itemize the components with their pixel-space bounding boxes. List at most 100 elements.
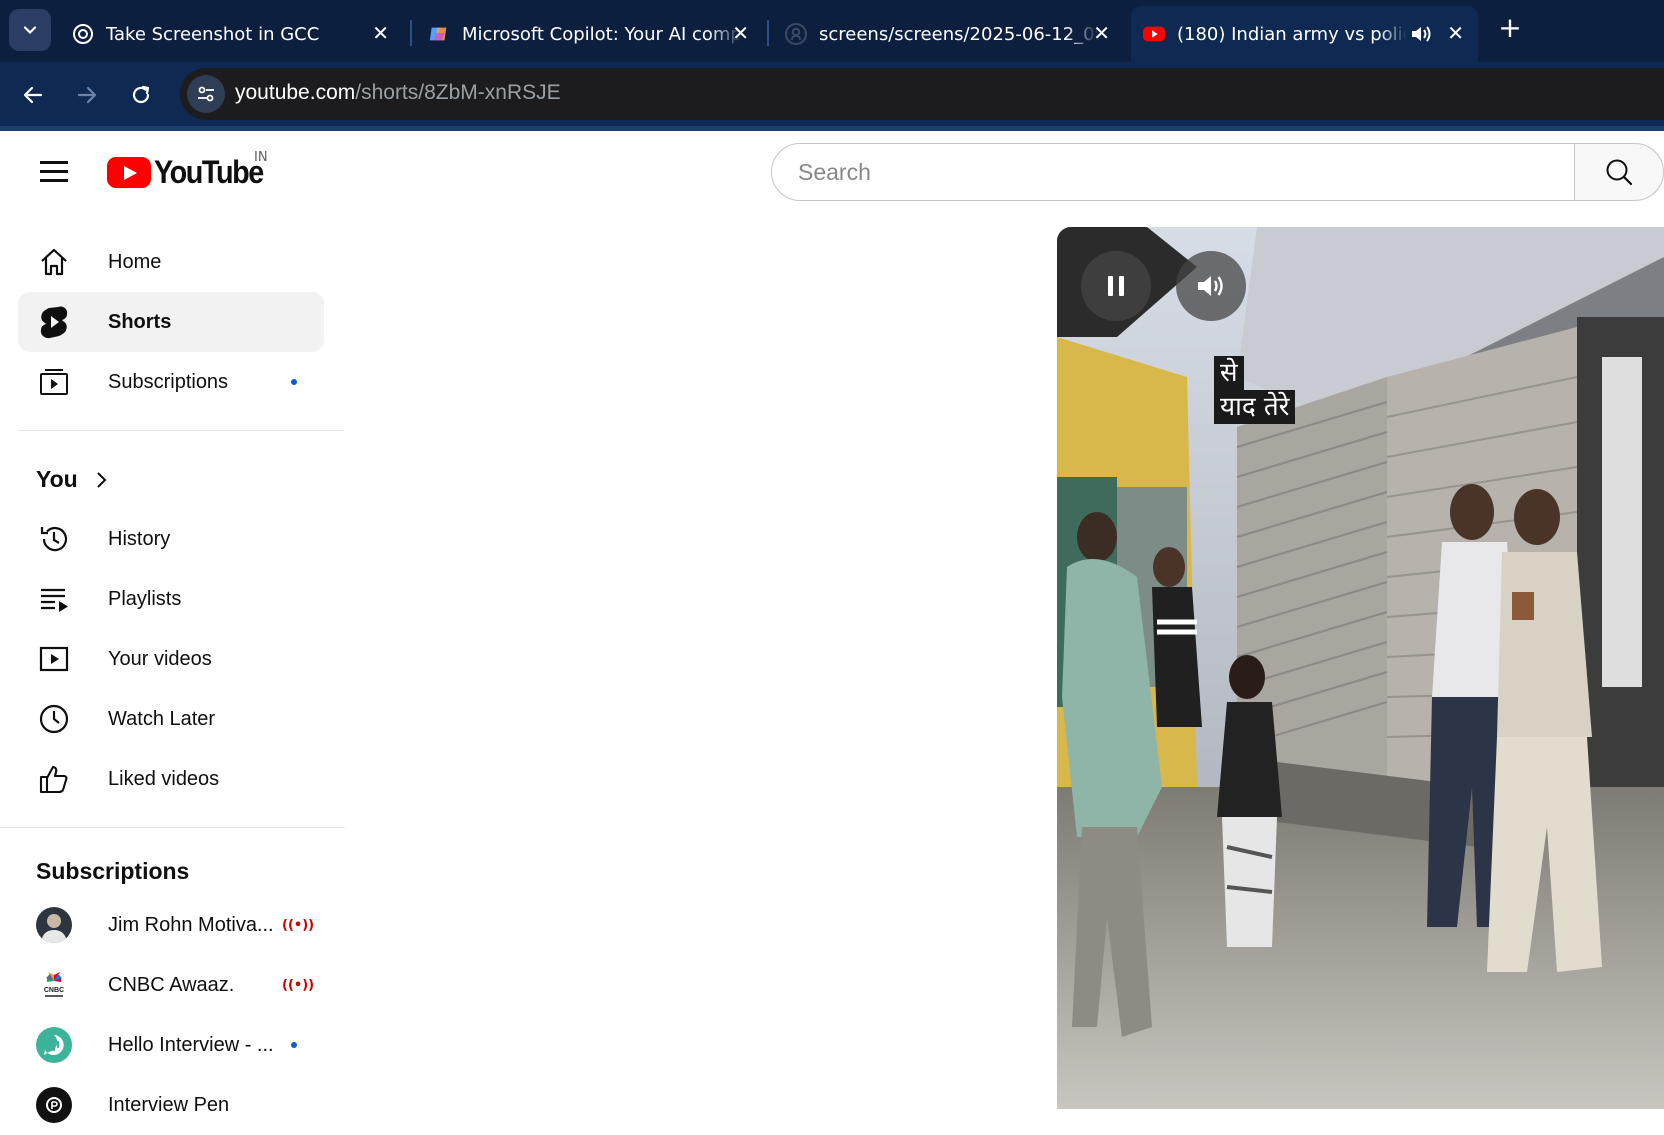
youtube-play-icon	[107, 156, 151, 188]
subscriptions-title: Subscriptions	[36, 858, 190, 884]
sidebar-item-label: Watch Later	[108, 707, 216, 730]
sidebar-item-playlists[interactable]: Playlists	[18, 569, 324, 629]
tab-separator	[410, 20, 412, 46]
avatar	[36, 1027, 72, 1063]
address-bar[interactable]: youtube.com/shorts/8ZbM-xnRSJE	[180, 68, 1664, 120]
close-icon[interactable]: ✕	[1447, 22, 1464, 44]
url-path: /shorts/8ZbM-xnRSJE	[355, 81, 561, 104]
sidebar-item-liked-videos[interactable]: Liked videos	[18, 749, 324, 809]
copilot-icon	[428, 23, 450, 45]
url-text: youtube.com/shorts/8ZbM-xnRSJE	[235, 81, 561, 105]
sidebar-item-watch-later[interactable]: Watch Later	[18, 689, 324, 749]
tab-copilot[interactable]: Microsoft Copilot: Your AI companion ✕	[414, 6, 763, 62]
subscription-item-cnbc-awaaz[interactable]: CNBC CNBC Awaaz. ((•))	[18, 955, 324, 1015]
back-button[interactable]	[16, 78, 50, 112]
caption-line-2: याद तेरे	[1214, 390, 1296, 424]
openai-icon	[72, 23, 94, 45]
pause-button[interactable]	[1081, 251, 1151, 321]
reload-button[interactable]	[124, 78, 158, 112]
subscription-item-hello-interview[interactable]: Hello Interview - ...	[18, 1015, 324, 1075]
forward-arrow-icon	[77, 86, 97, 104]
close-icon[interactable]: ✕	[1093, 22, 1110, 44]
sidebar-item-label: History	[108, 527, 171, 550]
tab-separator	[767, 20, 769, 46]
tab-title: Microsoft Copilot: Your AI companion	[462, 23, 742, 45]
sidebar-item-label: Subscriptions	[108, 370, 229, 393]
site-info-button[interactable]	[187, 75, 225, 113]
new-tab-button[interactable]: +	[1496, 14, 1524, 42]
avatar: CNBC	[36, 967, 72, 1003]
sidebar-item-label: Jim Rohn Motiva...	[108, 913, 274, 936]
new-content-dot	[291, 379, 297, 385]
history-icon	[36, 521, 72, 557]
tab-youtube-active[interactable]: (180) Indian army vs police ✕	[1131, 6, 1478, 62]
search-box	[771, 143, 1575, 201]
sidebar-divider	[0, 827, 345, 828]
close-icon[interactable]: ✕	[372, 22, 389, 44]
forward-button[interactable]	[70, 78, 104, 112]
youtube-icon	[1143, 23, 1165, 45]
playlists-icon	[36, 581, 72, 617]
reload-icon	[132, 85, 150, 104]
sidebar-item-label: Playlists	[108, 587, 182, 610]
sidebar-item-label: CNBC Awaaz.	[108, 973, 235, 996]
sidebar-item-your-videos[interactable]: Your videos	[18, 629, 324, 689]
live-icon: ((•))	[282, 977, 315, 993]
chevron-down-icon	[23, 26, 37, 35]
your-videos-icon	[36, 641, 72, 677]
browser-toolbar: youtube.com/shorts/8ZbM-xnRSJE	[0, 62, 1664, 126]
sidebar-item-subscriptions[interactable]: Subscriptions	[18, 352, 324, 412]
sidebar-item-label: Interview Pen	[108, 1093, 230, 1116]
clock-icon	[36, 701, 72, 737]
tab-title: screens/screens/2025-06-12_09	[819, 23, 1099, 45]
volume-icon	[1198, 276, 1223, 296]
tab-search-button[interactable]	[9, 9, 51, 51]
new-content-dot	[291, 1042, 297, 1048]
logo-text: YouTube	[154, 153, 264, 190]
tab-title: Take Screenshot in GCC	[106, 23, 320, 45]
sidebar-item-label: Shorts	[108, 310, 172, 333]
tune-icon	[198, 86, 214, 102]
volume-button[interactable]	[1176, 251, 1246, 321]
home-icon	[36, 244, 72, 280]
youtube-logo[interactable]: YouTube	[107, 154, 275, 190]
sidebar-item-label: Hello Interview - ...	[108, 1033, 274, 1056]
search-input[interactable]	[796, 158, 1560, 187]
url-host: youtube.com	[235, 81, 356, 104]
tab-title: (180) Indian army vs police	[1177, 23, 1407, 45]
close-icon[interactable]: ✕	[732, 22, 749, 44]
shorts-icon	[36, 304, 72, 340]
guide-menu-button[interactable]	[36, 153, 72, 189]
avatar	[36, 907, 72, 943]
speaker-icon[interactable]	[1410, 24, 1432, 49]
you-title: You	[36, 466, 78, 492]
shorts-video-player[interactable]: से याद तेरे	[1057, 227, 1664, 1109]
sidebar-item-label: Your videos	[108, 647, 212, 670]
github-icon	[785, 23, 807, 45]
sidebar-item-history[interactable]: History	[18, 509, 324, 569]
you-section-header[interactable]: You	[18, 458, 324, 502]
subscription-item-jim-rohn[interactable]: Jim Rohn Motiva... ((•))	[18, 895, 324, 955]
sidebar-item-label: Home	[108, 250, 162, 273]
subscriptions-icon	[36, 364, 72, 400]
avatar-text: CNBC	[44, 987, 64, 994]
sidebar-item-shorts[interactable]: Shorts	[18, 292, 324, 352]
live-icon: ((•))	[282, 917, 315, 933]
pause-icon	[1108, 276, 1124, 296]
country-code: IN	[254, 150, 268, 165]
subscription-item-interview-pen[interactable]: Interview Pen	[18, 1075, 324, 1135]
sidebar-item-home[interactable]: Home	[18, 232, 324, 292]
avatar	[36, 1087, 72, 1123]
back-arrow-icon	[23, 86, 43, 104]
sidebar-item-label: Liked videos	[108, 767, 220, 790]
search-icon	[1606, 159, 1633, 186]
caption-line-1: से	[1214, 356, 1244, 390]
tab-take-screenshot[interactable]: Take Screenshot in GCC ✕	[58, 6, 403, 62]
video-frame	[1057, 227, 1664, 1109]
browser-tab-bar: Take Screenshot in GCC ✕ Microsoft Copil…	[0, 0, 1664, 62]
search-button[interactable]	[1574, 143, 1664, 201]
tab-github[interactable]: screens/screens/2025-06-12_09 ✕	[771, 6, 1124, 62]
toolbar-divider	[0, 126, 1664, 131]
sidebar-divider	[18, 430, 344, 431]
chevron-right-icon	[94, 470, 108, 494]
